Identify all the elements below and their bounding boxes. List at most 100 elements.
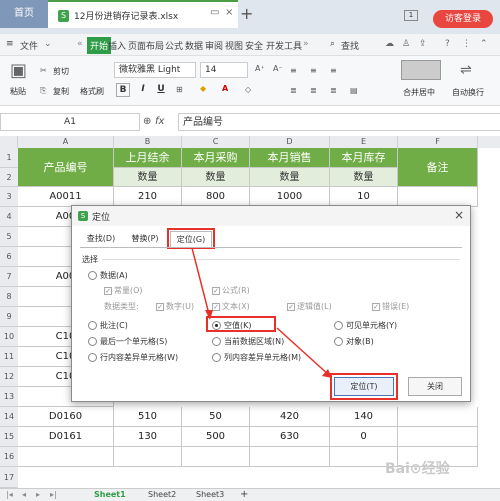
- help-icon[interactable]: ?: [445, 39, 450, 49]
- align-center-icon[interactable]: ≣: [310, 86, 317, 95]
- table-cell[interactable]: [398, 427, 478, 447]
- sheet-tab-1[interactable]: Sheet1: [94, 490, 126, 499]
- row-header[interactable]: 6: [0, 247, 18, 267]
- align-left-icon[interactable]: ≣: [290, 86, 297, 95]
- zoom-icon[interactable]: ⊕: [143, 116, 151, 127]
- row-header[interactable]: 3: [0, 187, 18, 207]
- table-cell[interactable]: 420: [250, 407, 330, 427]
- table-cell[interactable]: 130: [114, 427, 182, 447]
- font-name-select[interactable]: 微软雅黑 Light: [114, 62, 196, 78]
- more-icon[interactable]: ⋮: [462, 39, 471, 49]
- menu-search[interactable]: 查找: [341, 39, 359, 52]
- collapse-icon[interactable]: ⌃: [480, 39, 488, 49]
- row-header[interactable]: 13: [0, 387, 18, 407]
- more-right-icon[interactable]: »: [303, 39, 309, 49]
- header-last-month-balance[interactable]: 上月结余: [114, 148, 182, 168]
- select-all-corner[interactable]: [0, 136, 18, 148]
- row-header[interactable]: 1: [0, 148, 18, 168]
- align-top-icon[interactable]: ≡: [290, 66, 297, 75]
- table-cell[interactable]: 0: [330, 427, 398, 447]
- search-icon[interactable]: ⌕: [330, 39, 335, 49]
- border-icon[interactable]: ⊞: [176, 85, 183, 94]
- formula-input[interactable]: 产品编号: [178, 113, 500, 131]
- table-cell[interactable]: [182, 447, 250, 467]
- row-header[interactable]: 12: [0, 367, 18, 387]
- new-tab-button[interactable]: +: [240, 4, 253, 23]
- format-painter-button[interactable]: 格式刷: [80, 86, 104, 97]
- row-header[interactable]: 8: [0, 287, 18, 307]
- tab-document[interactable]: S 12月份进销存记录表.xlsx ▭ ×: [48, 0, 238, 28]
- tab-home[interactable]: 首页: [0, 0, 48, 28]
- column-header-e[interactable]: E: [330, 136, 398, 148]
- window-count-icon[interactable]: 1: [404, 10, 418, 21]
- paste-button[interactable]: 粘贴: [10, 86, 26, 97]
- merge-center-icon[interactable]: [401, 60, 441, 80]
- wrap-text-button[interactable]: 自动换行: [452, 87, 484, 98]
- cell-reference-box[interactable]: A1: [0, 113, 140, 131]
- subheader-qty[interactable]: 数量: [330, 168, 398, 187]
- row-header[interactable]: 16: [0, 447, 18, 467]
- table-cell[interactable]: 210: [114, 187, 182, 207]
- paste-icon[interactable]: ▣: [10, 60, 27, 81]
- row-header[interactable]: 17: [0, 467, 18, 488]
- row-header[interactable]: 5: [0, 227, 18, 247]
- clear-format-icon[interactable]: ◇: [245, 85, 251, 94]
- copy-icon[interactable]: ⎘: [40, 86, 46, 96]
- underline-button[interactable]: U: [154, 83, 168, 97]
- menu-developer[interactable]: 开发工具: [266, 39, 302, 52]
- wrap-text-icon[interactable]: ⇌: [460, 62, 472, 78]
- add-sheet-button[interactable]: +: [240, 489, 248, 500]
- table-cell[interactable]: [398, 187, 478, 207]
- row-header[interactable]: 7: [0, 267, 18, 287]
- menu-data[interactable]: 数据: [185, 39, 203, 52]
- table-cell[interactable]: 630: [250, 427, 330, 447]
- fx-icon[interactable]: fx: [155, 116, 164, 127]
- font-shrink-icon[interactable]: A⁻: [273, 64, 283, 73]
- row-header[interactable]: 9: [0, 307, 18, 327]
- cut-button[interactable]: 剪切: [53, 66, 69, 77]
- menu-file[interactable]: 文件: [20, 39, 38, 52]
- sheet-tab-3[interactable]: Sheet3: [196, 490, 224, 499]
- more-left-icon[interactable]: «: [77, 39, 83, 49]
- menu-icon[interactable]: ≡: [6, 39, 14, 49]
- table-cell[interactable]: [114, 447, 182, 467]
- align-bottom-icon[interactable]: ≡: [330, 66, 337, 75]
- font-size-select[interactable]: 14: [200, 62, 248, 78]
- font-color-icon[interactable]: A: [222, 84, 228, 93]
- row-header[interactable]: 2: [0, 168, 18, 187]
- column-header-f[interactable]: F: [398, 136, 478, 148]
- menu-insert[interactable]: 插入: [108, 39, 126, 52]
- menu-page-layout[interactable]: 页面布局: [128, 39, 164, 52]
- row-header[interactable]: 11: [0, 347, 18, 367]
- menu-security[interactable]: 安全: [245, 39, 263, 52]
- bold-button[interactable]: B: [116, 83, 130, 97]
- table-cell[interactable]: [398, 407, 478, 427]
- chevron-down-icon[interactable]: ⌄: [44, 39, 52, 49]
- first-sheet-icon[interactable]: |◂: [6, 490, 13, 499]
- column-header-c[interactable]: C: [182, 136, 250, 148]
- subheader-qty[interactable]: 数量: [182, 168, 250, 187]
- table-cell[interactable]: 140: [330, 407, 398, 427]
- copy-button[interactable]: 复制: [53, 86, 69, 97]
- table-cell[interactable]: 1000: [250, 187, 330, 207]
- row-header[interactable]: 15: [0, 427, 18, 447]
- row-header[interactable]: 10: [0, 327, 18, 347]
- table-cell[interactable]: D0160: [18, 407, 114, 427]
- row-header[interactable]: 14: [0, 407, 18, 427]
- table-cell[interactable]: 510: [114, 407, 182, 427]
- table-cell[interactable]: 500: [182, 427, 250, 447]
- next-sheet-icon[interactable]: ▸: [36, 490, 40, 499]
- font-grow-icon[interactable]: A⁺: [255, 64, 265, 73]
- menu-view[interactable]: 视图: [225, 39, 243, 52]
- fill-color-icon[interactable]: ◆: [200, 84, 206, 93]
- table-cell[interactable]: D0161: [18, 427, 114, 447]
- scissors-icon[interactable]: ✂: [40, 66, 47, 75]
- menu-formula[interactable]: 公式: [165, 39, 183, 52]
- distribute-icon[interactable]: ▤: [350, 86, 358, 95]
- share-icon[interactable]: ⇪: [419, 39, 427, 49]
- header-remarks[interactable]: 备注: [398, 148, 478, 187]
- align-right-icon[interactable]: ≣: [330, 86, 337, 95]
- person-icon[interactable]: ♙: [402, 39, 410, 49]
- table-cell[interactable]: A0011: [18, 187, 114, 207]
- sheet-tab-2[interactable]: Sheet2: [148, 490, 176, 499]
